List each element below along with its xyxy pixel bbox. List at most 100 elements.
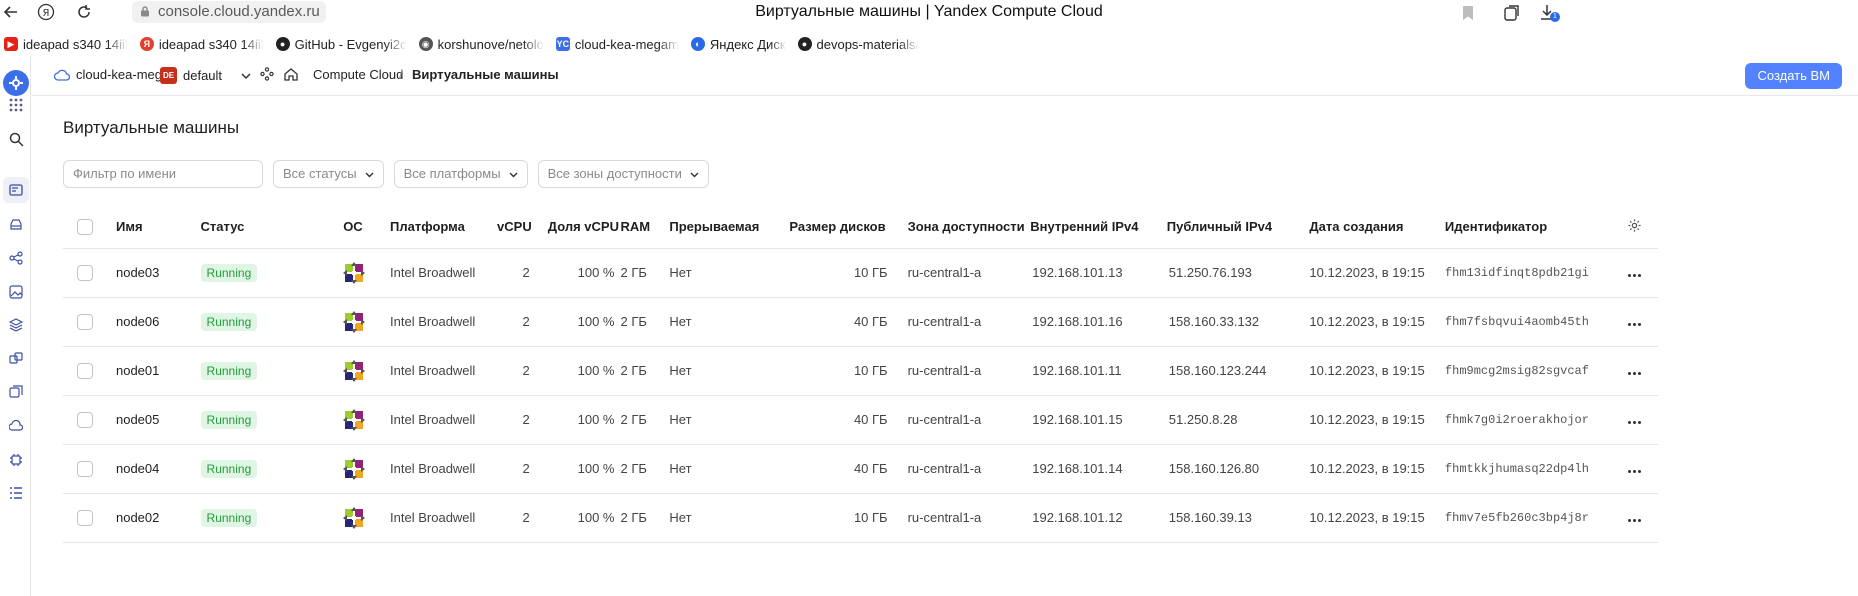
table-row[interactable]: node03 Running Intel Broadwell 2 100 % 2 ГБ Не…: [63, 248, 1658, 298]
cloud-name: cloud-kea-meg...: [76, 67, 173, 82]
row-actions-icon[interactable]: [1628, 519, 1641, 522]
row-checkbox[interactable]: [77, 460, 93, 477]
breadcrumb-separator: /: [399, 67, 403, 82]
cloud-storage-icon[interactable]: [3, 413, 29, 439]
column-header-ram[interactable]: RAM: [620, 206, 670, 249]
disk-size-cell: 40 ГБ: [779, 444, 888, 494]
resource-map-icon[interactable]: [260, 67, 274, 81]
row-checkbox[interactable]: [77, 509, 93, 526]
list-icon[interactable]: [3, 480, 29, 506]
folder-selector[interactable]: DE default: [160, 67, 252, 84]
images-icon[interactable]: [3, 279, 29, 305]
row-actions-icon[interactable]: [1628, 274, 1641, 277]
folder-name: default: [183, 68, 223, 83]
column-header-preemptible[interactable]: Прерываемая: [669, 206, 780, 249]
select-all-checkbox[interactable]: [77, 219, 93, 236]
row-actions-icon[interactable]: [1628, 470, 1641, 473]
internal-ip-cell: 192.168.101.13: [1030, 248, 1167, 298]
zone-filter-select[interactable]: Все зоны доступности: [537, 160, 709, 188]
row-checkbox[interactable]: [77, 411, 93, 428]
network-icon[interactable]: [3, 245, 29, 271]
column-header-created[interactable]: Дата создания: [1309, 206, 1445, 249]
created-date-cell: 10.12.2023, в 19:15: [1309, 297, 1445, 347]
home-icon[interactable]: [284, 67, 298, 81]
column-header-status[interactable]: Статус: [200, 206, 344, 249]
column-header-public-ipv4[interactable]: Публичный IPv4: [1166, 206, 1310, 249]
vm-name[interactable]: node01: [115, 346, 201, 396]
vm-name[interactable]: node04: [115, 444, 201, 494]
platform-filter-select[interactable]: Все платформы: [393, 160, 528, 188]
vm-name[interactable]: node06: [115, 297, 201, 347]
breadcrumb-compute-cloud[interactable]: Compute Cloud: [313, 67, 403, 82]
bookmark-item[interactable]: YC cloud-kea-megam: [555, 36, 679, 52]
column-header-vcpu-share[interactable]: Доля vCPU: [537, 206, 621, 249]
layers-icon[interactable]: [3, 312, 29, 338]
vm-id-cell: fhm13idfinqt8pdb21gi: [1444, 248, 1611, 298]
ram-cell: 2 ГБ: [620, 248, 670, 298]
search-icon[interactable]: [3, 126, 29, 152]
vm-name[interactable]: node03: [115, 248, 201, 298]
column-header-disk-size[interactable]: Размер дисков: [779, 206, 888, 249]
created-date-cell: 10.12.2023, в 19:15: [1309, 248, 1445, 298]
breadcrumb-cloud[interactable]: cloud-kea-meg...: [54, 67, 173, 82]
bookmark-item[interactable]: ▶ ideapad s340 14iil: [4, 37, 128, 52]
column-header-internal-ipv4[interactable]: Внутренний IPv4: [1030, 206, 1167, 249]
page-heading: Виртуальные машины: [63, 118, 240, 137]
status-badge: Running: [200, 410, 258, 429]
row-actions-icon[interactable]: [1628, 372, 1641, 375]
disks-icon[interactable]: [3, 212, 29, 238]
row-actions-icon[interactable]: [1628, 421, 1641, 424]
hardware-chip-icon[interactable]: [3, 447, 29, 473]
table-row[interactable]: node05 Running Intel Broadwell 2 100 % 2 ГБ Не…: [63, 395, 1658, 445]
bookmark-item[interactable]: ◐ Яндекс Диск: [690, 37, 786, 52]
bookmark-item[interactable]: Яideapad s340 14iil: [139, 37, 264, 52]
status-badge: Running: [200, 508, 258, 527]
instance-groups-icon[interactable]: [3, 346, 29, 372]
preemptible-cell: Нет: [669, 444, 780, 494]
vcpu-cell: 2: [497, 297, 538, 347]
row-checkbox[interactable]: [77, 313, 93, 330]
status-filter-select[interactable]: Все статусы: [273, 160, 384, 188]
internal-ip-cell: 192.168.101.16: [1030, 297, 1167, 347]
column-header-name[interactable]: Имя: [115, 206, 201, 249]
reload-icon[interactable]: [74, 2, 94, 22]
vm-name[interactable]: node02: [115, 493, 201, 543]
address-bar[interactable]: console.cloud.yandex.ru: [132, 1, 326, 23]
vm-name[interactable]: node05: [115, 395, 201, 445]
column-header-vcpu[interactable]: vCPU: [497, 206, 538, 249]
column-header-zone[interactable]: Зона доступности: [887, 206, 1031, 249]
platform-cell: Intel Broadwell: [390, 297, 498, 347]
row-checkbox[interactable]: [77, 362, 93, 379]
name-filter-input[interactable]: Фильтр по имени: [63, 160, 263, 188]
os-cell: [343, 346, 391, 396]
collections-icon[interactable]: [1502, 3, 1522, 23]
create-vm-button[interactable]: Создать ВМ: [1745, 63, 1842, 89]
yandex-icon[interactable]: Я: [36, 2, 56, 22]
table-row[interactable]: node04 Running Intel Broadwell 2 100 % 2 ГБ Не…: [63, 444, 1658, 494]
bookmark-item[interactable]: ● GitHub - Evgenyi2c: [275, 37, 407, 52]
bookmark-item[interactable]: ● devops-materials/: [797, 36, 920, 52]
table-row[interactable]: node01 Running Intel Broadwell 2 100 % 2 ГБ Не…: [63, 346, 1658, 396]
virtual-machines-icon[interactable]: [3, 177, 29, 203]
platform-cell: Intel Broadwell: [390, 444, 498, 494]
lock-icon: [141, 6, 149, 17]
preemptible-cell: Нет: [669, 346, 780, 396]
column-header-id[interactable]: Идентификатор: [1444, 206, 1611, 249]
column-header-platform[interactable]: Платформа: [390, 206, 498, 249]
snapshots-icon[interactable]: [3, 379, 29, 405]
table-row[interactable]: node06 Running Intel Broadwell 2 100 % 2 ГБ Не…: [63, 297, 1658, 347]
table-row[interactable]: node02 Running Intel Broadwell 2 100 % 2 ГБ Не…: [63, 493, 1658, 543]
column-header-os[interactable]: ОС: [343, 206, 391, 249]
bookmark-item[interactable]: ◉ korshunove/netolo: [418, 37, 544, 52]
bookmark-icon[interactable]: [1458, 3, 1478, 23]
table-settings-gear-icon[interactable]: [1627, 218, 1642, 233]
back-arrow-icon[interactable]: [1, 2, 21, 22]
bookmark-label: devops-materials/: [816, 36, 920, 52]
row-actions-icon[interactable]: [1628, 323, 1641, 326]
created-date-cell: 10.12.2023, в 19:15: [1309, 444, 1445, 494]
row-checkbox[interactable]: [77, 264, 93, 281]
download-icon[interactable]: 1: [1538, 3, 1560, 23]
bookmark-label: cloud-kea-megam: [574, 36, 679, 52]
public-ip-cell: 158.160.39.13: [1166, 493, 1310, 543]
services-grid-icon[interactable]: [3, 92, 29, 118]
